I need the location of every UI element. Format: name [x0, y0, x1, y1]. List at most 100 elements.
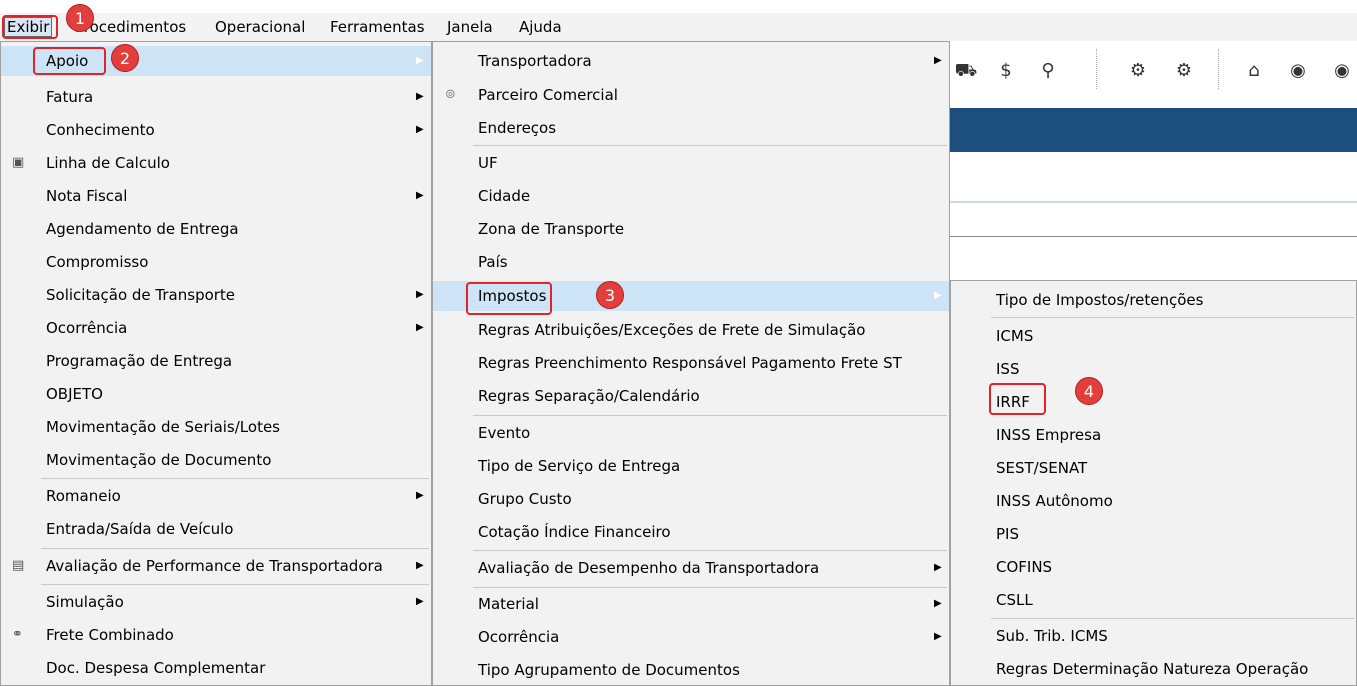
menu-item-nota-fiscal[interactable]: Nota Fiscal ▶ [1, 181, 431, 211]
submenu-arrow-icon: ▶ [416, 289, 424, 300]
menu-item-label: UF [478, 154, 498, 172]
menu-item-material[interactable]: Material ▶ [433, 589, 949, 619]
menu-item-irrf[interactable]: IRRF [951, 387, 1356, 417]
user-circle-icon[interactable]: ◉ [1286, 59, 1310, 83]
menu-item-entrada-saida-de-veiculo[interactable]: Entrada/Saída de Veículo [1, 514, 431, 544]
menu-item-zona-de-transporte[interactable]: Zona de Transporte [433, 214, 949, 244]
menu-ferramentas[interactable]: Ferramentas [328, 17, 427, 37]
menu-item-avaliacao-de-performance[interactable]: ▤ Avaliação de Performance de Transporta… [1, 551, 431, 581]
submenu-arrow-icon: ▶ [416, 124, 424, 135]
toolbar: ⛟ $ ⚲ ⚙ ⚙ ⌂ ◉ ◉ [950, 41, 1357, 103]
menu-item-agendamento-de-entrega[interactable]: Agendamento de Entrega [1, 214, 431, 244]
menu-item-programacao-de-entrega[interactable]: Programação de Entrega [1, 346, 431, 376]
menu-item-label: Tipo de Serviço de Entrega [478, 457, 681, 475]
menu-item-doc-despesa-complementar[interactable]: Doc. Despesa Complementar [1, 653, 431, 683]
menu-item-label: COFINS [996, 558, 1053, 576]
map-pin-icon[interactable]: ⚲ [1036, 59, 1060, 83]
menu-item-label: Grupo Custo [478, 490, 572, 508]
submenu-arrow-icon: ▶ [934, 290, 942, 301]
menu-item-sub-trib-icms[interactable]: Sub. Trib. ICMS [951, 621, 1356, 651]
toolbar-separator [1096, 49, 1097, 89]
menu-item-label: Entrada/Saída de Veículo [46, 520, 234, 538]
menu-item-transportadora[interactable]: Transportadora ▶ [433, 46, 949, 76]
menu-item-label: Zona de Transporte [478, 220, 625, 238]
menu-item-label: Ocorrência [478, 628, 560, 646]
menu-item-movimentacao-de-documento[interactable]: Movimentação de Documento [1, 445, 431, 475]
menu-operacional[interactable]: Operacional [213, 17, 307, 37]
menu-item-label: Endereços [478, 119, 557, 137]
menu-item-regras-separacao[interactable]: Regras Separação/Calendário [433, 381, 949, 411]
menu-item-label: INSS Empresa [996, 426, 1102, 444]
menu-item-label: Regras Preenchimento Responsável Pagamen… [478, 354, 902, 372]
menu-item-compromisso[interactable]: Compromisso [1, 247, 431, 277]
menu-item-label: Linha de Calculo [46, 154, 170, 172]
menu-item-label: Impostos [478, 287, 547, 305]
submenu-arrow-icon: ▶ [416, 560, 424, 571]
warehouse-icon[interactable]: ⌂ [1242, 59, 1266, 83]
menu-item-grupo-custo[interactable]: Grupo Custo [433, 484, 949, 514]
menu-item-frete-combinado[interactable]: ⚭ Frete Combinado [1, 620, 431, 650]
menu-item-uf[interactable]: UF [433, 148, 949, 178]
menu-item-iss[interactable]: ISS [951, 354, 1356, 384]
menu-item-regras-atribuicoes[interactable]: Regras Atribuições/Exceções de Frete de … [433, 315, 949, 345]
submenu-arrow-icon: ▶ [416, 596, 424, 607]
menu-item-enderecos[interactable]: Endereços [433, 113, 949, 143]
menu-item-sest-senat[interactable]: SEST/SENAT [951, 453, 1356, 483]
truck-route-icon[interactable]: ⛟ [954, 59, 978, 83]
menu-ajuda[interactable]: Ajuda [517, 17, 564, 37]
menu-item-label: CSLL [996, 591, 1033, 609]
menu-item-impostos[interactable]: Impostos ▶ [433, 281, 949, 311]
submenu-arrow-icon: ▶ [934, 562, 942, 573]
menu-item-label: Sub. Trib. ICMS [996, 627, 1108, 645]
menu-item-regras-preenchimento[interactable]: Regras Preenchimento Responsável Pagamen… [433, 348, 949, 378]
menu-item-icms[interactable]: ICMS [951, 321, 1356, 351]
menu-item-csll[interactable]: CSLL [951, 585, 1356, 615]
menu-item-romaneio[interactable]: Romaneio ▶ [1, 481, 431, 511]
menu-item-tipo-agrupamento-de-documentos[interactable]: Tipo Agrupamento de Documentos [433, 655, 949, 685]
menu-item-tipo-de-impostos-retencoes[interactable]: Tipo de Impostos/retenções [951, 285, 1356, 315]
menu-item-objeto[interactable]: OBJETO [1, 379, 431, 409]
menu-item-solicitacao-de-transporte[interactable]: Solicitação de Transporte ▶ [1, 280, 431, 310]
money-settings-icon[interactable]: ⚙ [1172, 59, 1196, 83]
menu-item-label: Cotação Índice Financeiro [478, 523, 671, 541]
header-bar [950, 108, 1357, 152]
menu-separator [41, 548, 429, 549]
menu-item-label: OBJETO [46, 385, 103, 403]
menu-item-cofins[interactable]: COFINS [951, 552, 1356, 582]
menu-item-ocorrencia[interactable]: Ocorrência ▶ [1, 313, 431, 343]
menu-item-cotacao-indice-financeiro[interactable]: Cotação Índice Financeiro [433, 517, 949, 547]
menu-item-evento[interactable]: Evento [433, 418, 949, 448]
menu-item-inss-autonomo[interactable]: INSS Autônomo [951, 486, 1356, 516]
menu-exibir[interactable]: Exibir [4, 17, 53, 37]
menu-item-label: SEST/SENAT [996, 459, 1088, 477]
menu-item-pis[interactable]: PIS [951, 519, 1356, 549]
menu-item-avaliacao-de-desempenho[interactable]: Avaliação de Desempenho da Transportador… [433, 553, 949, 583]
menu-item-parceiro-comercial[interactable]: ⊚ Parceiro Comercial [433, 80, 949, 110]
menu-item-inss-empresa[interactable]: INSS Empresa [951, 420, 1356, 450]
impostos-submenu: Tipo de Impostos/retenções ICMS ISS IRRF… [950, 280, 1357, 686]
menu-item-cidade[interactable]: Cidade [433, 181, 949, 211]
menu-item-label: Movimentação de Documento [46, 451, 272, 469]
step-badge-3: 3 [596, 281, 624, 309]
menu-item-simulacao[interactable]: Simulação ▶ [1, 587, 431, 617]
menu-item-apoio[interactable]: Apoio ▶ [1, 46, 431, 76]
user-circle-icon[interactable]: ◉ [1330, 59, 1354, 83]
dollar-pin-icon[interactable]: $ [994, 59, 1018, 83]
menu-item-label: Avaliação de Performance de Transportado… [46, 557, 383, 575]
menu-item-label: Conhecimento [46, 121, 155, 139]
submenu-arrow-icon: ▶ [934, 55, 942, 66]
menu-item-regras-determinacao-natureza-operacao[interactable]: Regras Determinação Natureza Operação [951, 654, 1356, 684]
menu-item-linha-de-calculo[interactable]: ▣ Linha de Calculo [1, 148, 431, 178]
step-badge-2: 2 [111, 44, 139, 72]
settings-icon[interactable]: ⚙ [1126, 59, 1150, 83]
menu-item-fatura[interactable]: Fatura ▶ [1, 82, 431, 112]
menu-item-tipo-de-servico-de-entrega[interactable]: Tipo de Serviço de Entrega [433, 451, 949, 481]
menu-item-movimentacao-de-seriais-lotes[interactable]: Movimentação de Seriais/Lotes [1, 412, 431, 442]
menu-item-pais[interactable]: País [433, 247, 949, 277]
toolbar-separator [1218, 49, 1219, 89]
menu-item-conhecimento[interactable]: Conhecimento ▶ [1, 115, 431, 145]
combined-freight-icon: ⚭ [12, 627, 23, 642]
menu-item-ocorrencia[interactable]: Ocorrência ▶ [433, 622, 949, 652]
menu-item-label: Ocorrência [46, 319, 128, 337]
menu-janela[interactable]: Janela [445, 17, 495, 37]
